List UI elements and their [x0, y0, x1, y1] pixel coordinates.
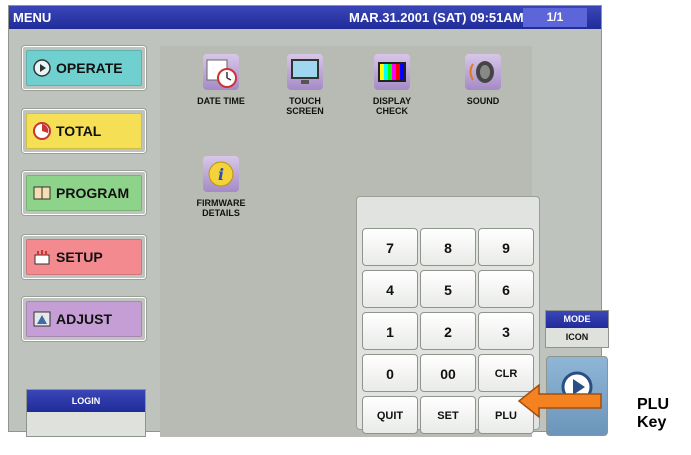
mode-value: ICON	[565, 332, 589, 342]
terminal-screen: MENU MAR.31.2001 (SAT) 09:51AM 1/1 OPERA…	[8, 5, 609, 437]
arrow-left-icon	[517, 383, 602, 419]
display-check-label-line1: DISPLAY	[372, 96, 412, 106]
page-indicator: 1/1	[523, 8, 587, 27]
date-time-display: MAR.31.2001 (SAT) 09:51AM	[349, 10, 524, 25]
login-box[interactable]: LOGIN	[26, 389, 146, 437]
setup-label: SETUP	[56, 249, 103, 265]
adjust-button[interactable]: ADJUST	[22, 297, 146, 341]
monitor-icon	[287, 54, 323, 90]
menu-title: MENU	[13, 10, 52, 25]
key-7[interactable]: 7	[362, 228, 418, 266]
key-9[interactable]: 9	[478, 228, 534, 266]
date-time-tile[interactable]: DATE TIME	[181, 54, 261, 106]
mode-title: MODE	[546, 311, 608, 328]
touch-screen-label-line1: TOUCH	[289, 96, 321, 106]
plu-key-callout: PLU Key	[637, 396, 669, 431]
scale-icon	[33, 311, 51, 327]
title-bar: MENU MAR.31.2001 (SAT) 09:51AM 1/1	[9, 6, 601, 29]
mode-selector[interactable]: MODE ICON	[545, 310, 609, 348]
key-8[interactable]: 8	[420, 228, 476, 266]
key-00[interactable]: 00	[420, 354, 476, 392]
display-check-tile[interactable]: DISPLAY CHECK	[352, 54, 432, 116]
program-button[interactable]: PROGRAM	[22, 171, 146, 215]
key-6[interactable]: 6	[478, 270, 534, 308]
wrench-icon	[34, 250, 50, 265]
key-5[interactable]: 5	[420, 270, 476, 308]
firmware-details-label-line1: FIRMWARE	[196, 198, 246, 208]
svg-text:i: i	[218, 165, 224, 184]
key-0[interactable]: 0	[362, 354, 418, 392]
program-label: PROGRAM	[56, 185, 130, 201]
quit-key[interactable]: QUIT	[362, 396, 418, 434]
display-check-label-line2: CHECK	[375, 106, 408, 116]
key-1[interactable]: 1	[362, 312, 418, 350]
adjust-label: ADJUST	[56, 311, 113, 327]
sound-label: SOUND	[466, 96, 500, 106]
info-icon: i	[203, 156, 239, 192]
total-button[interactable]: TOTAL	[22, 109, 146, 153]
key-2[interactable]: 2	[420, 312, 476, 350]
key-4[interactable]: 4	[362, 270, 418, 308]
pie-clock-icon	[33, 122, 51, 140]
date-time-label: DATE TIME	[197, 96, 245, 106]
firmware-details-label-line2: DETAILS	[202, 208, 240, 218]
touch-screen-tile[interactable]: TOUCH SCREEN	[265, 54, 345, 116]
firmware-details-tile[interactable]: i FIRMWARE DETAILS	[181, 156, 261, 218]
total-label: TOTAL	[56, 123, 102, 139]
speaker-icon	[465, 54, 501, 90]
play-circle-icon	[33, 59, 51, 77]
key-3[interactable]: 3	[478, 312, 534, 350]
operate-button[interactable]: OPERATE	[22, 46, 146, 90]
numeric-keypad: 7 8 9 4 5 6 1 2 3 0 00 CLR QUIT SET PLU	[356, 196, 540, 434]
login-label: LOGIN	[27, 390, 145, 412]
setup-button[interactable]: SETUP	[22, 235, 146, 279]
calendar-clock-icon	[203, 54, 239, 90]
operate-label: OPERATE	[56, 60, 123, 76]
color-bars-icon	[374, 54, 410, 90]
set-key[interactable]: SET	[420, 396, 476, 434]
sound-tile[interactable]: SOUND	[443, 54, 523, 106]
book-icon	[33, 186, 51, 200]
touch-screen-label-line2: SCREEN	[286, 106, 324, 116]
